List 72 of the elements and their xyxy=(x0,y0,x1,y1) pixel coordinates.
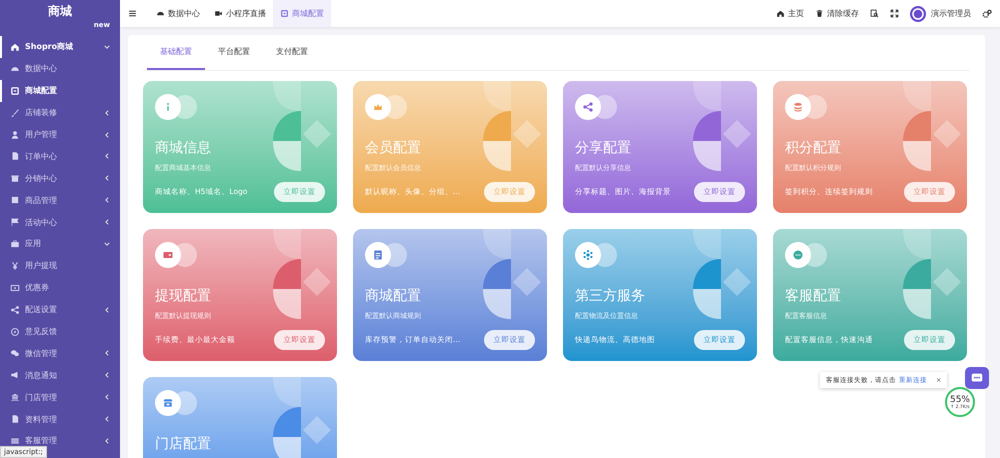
sidebar-item[interactable]: 门店管理 xyxy=(0,386,120,408)
card-title: 会员配置 xyxy=(365,139,422,157)
list-icon xyxy=(10,436,20,446)
square-icon xyxy=(10,195,20,206)
card-title: 分享配置 xyxy=(575,139,632,157)
sidebar-item[interactable]: 消息通知 xyxy=(0,364,120,386)
flag-icon xyxy=(10,217,20,228)
coin-stack-icon xyxy=(792,101,804,113)
fullscreen-icon[interactable] xyxy=(890,9,899,18)
sidebar-item[interactable]: 店铺装修 xyxy=(0,102,120,124)
sidebar-item[interactable]: 数据中心 xyxy=(0,58,120,80)
sidebar-item[interactable]: 用户管理 xyxy=(0,124,120,146)
gift-icon xyxy=(10,173,20,184)
sidebar-item[interactable]: 应用 xyxy=(0,233,120,255)
home-icon xyxy=(776,9,785,18)
sidebar-item[interactable]: 活动中心 xyxy=(0,211,120,234)
card-title: 商城信息 xyxy=(155,139,212,157)
trash-icon xyxy=(815,9,824,18)
config-tab[interactable]: 支付配置 xyxy=(263,35,321,70)
config-tab[interactable]: 基础配置 xyxy=(147,35,205,70)
megaphone-icon xyxy=(10,370,20,380)
card-title: 积分配置 xyxy=(785,139,842,157)
document-icon xyxy=(372,249,384,261)
video-icon xyxy=(214,9,223,18)
share-icon xyxy=(10,304,20,315)
ticket-icon xyxy=(10,282,20,293)
user-name[interactable]: 演示管理员 xyxy=(931,8,971,19)
avatar-icon[interactable] xyxy=(910,6,926,22)
yen-icon xyxy=(10,260,20,271)
user-icon xyxy=(10,130,20,140)
meter-percent: 55% xyxy=(950,394,970,404)
chat-icon xyxy=(10,348,20,358)
card-title: 客服配置 xyxy=(785,287,842,305)
settings-icon[interactable] xyxy=(982,8,992,18)
building-icon xyxy=(10,392,20,402)
sidebar-item[interactable]: 商品管理 xyxy=(0,189,120,212)
store-icon xyxy=(162,397,174,409)
sidebar-item[interactable]: 意见反馈 xyxy=(0,320,120,342)
sidebar-item[interactable]: 优惠券 xyxy=(0,276,120,299)
briefcase-icon xyxy=(10,238,20,249)
page-tab[interactable]: 商城配置 xyxy=(273,0,331,27)
sidebar-item[interactable]: 订单中心 xyxy=(0,145,120,168)
brush-icon xyxy=(10,108,20,118)
sidebar-item[interactable]: 分销中心 xyxy=(0,167,120,190)
search-icon[interactable] xyxy=(870,9,879,18)
document-icon xyxy=(10,414,20,424)
config-tab[interactable]: 平台配置 xyxy=(205,35,263,70)
share-icon xyxy=(582,101,594,113)
chat-button[interactable] xyxy=(965,367,989,389)
card-title: 门店配置 xyxy=(155,435,212,453)
toolbar-link[interactable]: 主页 xyxy=(776,8,804,19)
panel-icon xyxy=(10,86,20,96)
compass-icon xyxy=(10,326,20,337)
sidebar-logo: 商城 xyxy=(47,3,73,20)
card-title: 商城配置 xyxy=(365,287,422,305)
sidebar-item[interactable]: 资料管理 xyxy=(0,408,120,430)
network-icon xyxy=(582,249,594,261)
panel-icon xyxy=(280,9,289,18)
chat-bubble-icon xyxy=(792,249,804,261)
card-title: 提现配置 xyxy=(155,287,212,305)
sidebar-item[interactable]: 用户提现 xyxy=(0,254,120,277)
page-tab[interactable]: 小程序直播 xyxy=(207,0,273,27)
menu-icon[interactable] xyxy=(128,9,137,18)
home-icon xyxy=(10,42,20,52)
sidebar-item[interactable]: 微信管理 xyxy=(0,342,120,364)
gauge-icon xyxy=(156,9,165,18)
page-tab[interactable]: 数据中心 xyxy=(149,0,207,27)
sidebar-item[interactable]: 配送设置 xyxy=(0,298,120,321)
wallet-icon xyxy=(162,249,174,261)
card-title: 第三方服务 xyxy=(575,287,646,305)
document-icon xyxy=(10,151,20,162)
toolbar-link[interactable]: 清除缓存 xyxy=(815,8,859,19)
